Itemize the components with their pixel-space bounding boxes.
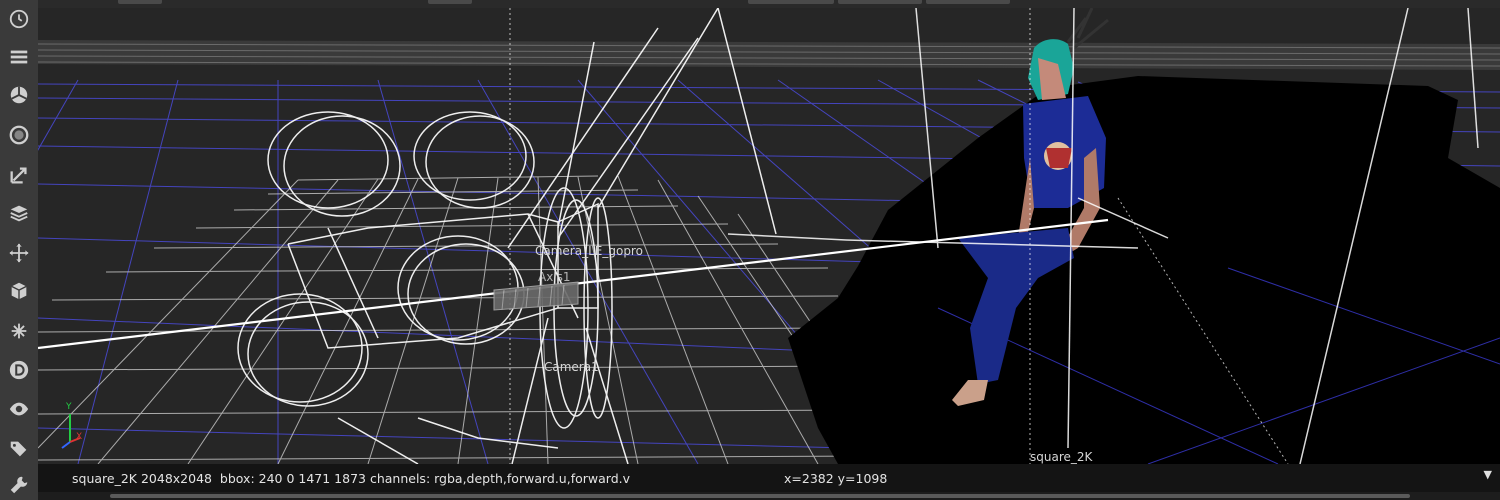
info-dropdown-toggle[interactable]: ▼	[1484, 468, 1492, 481]
eye-icon	[9, 402, 29, 416]
3d-viewport[interactable]: Camera_LE_gopro Axis1 Camera1 square_2K …	[38, 8, 1500, 464]
tags-tool[interactable]	[4, 434, 34, 464]
top-tab-4[interactable]	[838, 0, 922, 4]
d-icon	[9, 360, 29, 380]
card-grid	[38, 175, 879, 464]
scrollbar-thumb[interactable]	[110, 494, 1410, 498]
history-tool[interactable]	[4, 4, 34, 34]
eye-tool[interactable]	[4, 394, 34, 424]
camera1-label: Camera1	[544, 360, 599, 374]
camera-wireframe	[237, 8, 777, 464]
transform-tool[interactable]	[4, 160, 34, 190]
circle-icon	[9, 125, 29, 145]
axis-x-label: X	[76, 432, 83, 442]
top-tab-1[interactable]	[118, 0, 162, 4]
axis-y-label: Y	[66, 402, 72, 412]
viewer-info-bar: square_2K 2048x2048 bbox: 240 0 1471 187…	[38, 464, 1500, 492]
viewer-toolbar	[0, 0, 39, 500]
list-icon	[10, 50, 28, 64]
scene-canvas	[38, 8, 1500, 464]
move-icon	[9, 243, 29, 263]
viewer-top-strip	[38, 0, 1500, 8]
layers-tool[interactable]	[4, 198, 34, 228]
axis-gizmo	[61, 414, 81, 449]
cursor-coords: x=2382 y=1098	[784, 471, 888, 486]
list-tool[interactable]	[4, 42, 34, 72]
image-info-text: square_2K 2048x2048 bbox: 240 0 1471 187…	[72, 471, 630, 486]
particles-tool[interactable]	[4, 316, 34, 346]
history-icon	[9, 9, 29, 29]
move-tool[interactable]	[4, 238, 34, 268]
transform-arrow-icon	[10, 167, 27, 184]
wrench-icon	[10, 476, 28, 494]
axis-label: Axis1	[538, 270, 571, 284]
axis-mesh	[493, 281, 579, 311]
camera-gopro-label: Camera_LE_gopro	[535, 244, 643, 258]
circle-tool[interactable]	[4, 120, 34, 150]
sphere-shading-icon	[10, 86, 28, 104]
d-tool[interactable]	[4, 355, 34, 385]
card-label: square_2K	[1030, 450, 1093, 464]
layers-icon	[10, 205, 28, 222]
horizontal-scrollbar[interactable]	[38, 492, 1500, 500]
wrench-tool[interactable]	[4, 470, 34, 500]
shading-tool[interactable]	[4, 80, 34, 110]
cube-icon	[11, 282, 27, 300]
particles-icon	[11, 323, 27, 339]
cube-tool[interactable]	[4, 276, 34, 306]
couch-silhouette	[788, 76, 1500, 464]
top-tab-5[interactable]	[926, 0, 1010, 4]
top-tab-3[interactable]	[748, 0, 834, 4]
tags-icon	[10, 441, 27, 457]
top-tab-2[interactable]	[428, 0, 472, 4]
